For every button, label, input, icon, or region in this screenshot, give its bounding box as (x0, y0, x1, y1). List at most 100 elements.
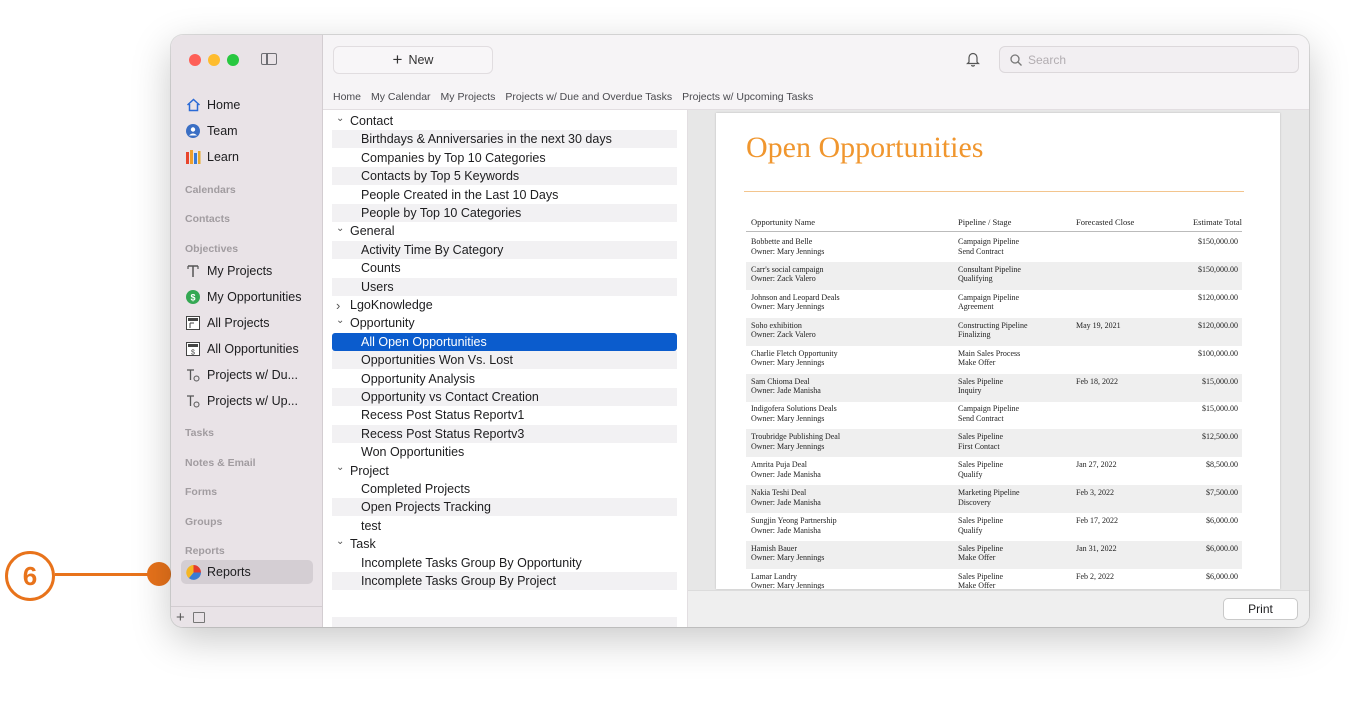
report-label: Opportunity Analysis (361, 371, 475, 386)
report-item[interactable]: Recess Post Status Reportv3 (332, 424, 677, 443)
sidebar-item-label: All Opportunities (207, 342, 299, 356)
chevron-down-icon[interactable]: ⌄ (336, 536, 346, 547)
tab-my-projects[interactable]: My Projects (441, 91, 496, 103)
sidebar-item-team[interactable]: Team (181, 119, 313, 143)
chevron-right-icon[interactable]: › (336, 298, 346, 313)
chevron-down-icon[interactable]: ⌄ (336, 462, 346, 473)
report-item[interactable]: Contacts by Top 5 Keywords (332, 167, 677, 186)
report-item[interactable]: Recess Post Status Reportv1 (332, 406, 677, 424)
sidebar-section-contacts[interactable]: Contacts (185, 213, 230, 225)
sidebar-item-reports[interactable]: Reports (181, 560, 313, 584)
report-label: Contacts by Top 5 Keywords (361, 169, 520, 184)
report-item[interactable]: Activity Time By Category (332, 240, 677, 259)
new-button[interactable]: + New (333, 46, 493, 74)
chevron-down-icon[interactable]: ⌄ (336, 113, 346, 124)
cell-line: $6,000.00 (1206, 571, 1238, 581)
toolbar: + New Search (323, 35, 1309, 85)
sidebar-item-my-opportunities[interactable]: $ My Opportunities (181, 285, 313, 309)
chevron-down-icon[interactable]: ⌄ (336, 315, 346, 326)
sidebar-item-label: All Projects (207, 316, 270, 330)
report-item[interactable]: Opportunities Won Vs. Lost (332, 351, 677, 370)
report-item[interactable]: Incomplete Tasks Group By Opportunity (332, 554, 677, 572)
report-item[interactable]: test (332, 517, 677, 535)
callout-dot (147, 562, 171, 586)
report-group[interactable]: ⌄ Project (332, 462, 681, 480)
sidebar-section-calendars[interactable]: Calendars (185, 184, 236, 196)
sidebar-section-groups[interactable]: Groups (185, 516, 222, 528)
search-icon (1010, 53, 1022, 66)
sidebar-item-label: Reports (207, 565, 251, 579)
report-group[interactable]: › LgoKnowledge (332, 296, 681, 314)
pipeline-stage-cell: Sales Pipeline Make Offer (958, 572, 1003, 589)
report-item[interactable]: Birthdays & Anniversaries in the next 30… (332, 130, 677, 149)
report-item[interactable]: Users (332, 277, 677, 296)
report-item[interactable]: Completed Projects (332, 480, 677, 498)
pipeline-stage-cell: Campaign Pipeline Agreement (958, 293, 1019, 312)
opportunity-name-cell: Amrita Puja Deal Owner: Jade Manisha (751, 460, 821, 479)
report-label: General (350, 224, 395, 239)
cell-line: Qualify (958, 525, 983, 535)
cell-line: Feb 18, 2022 (1076, 376, 1118, 386)
report-item[interactable]: Companies by Top 10 Categories (332, 149, 677, 167)
report-title: Open Opportunities (746, 131, 984, 164)
estimate-total-cell: $6,000.00 (1206, 516, 1238, 526)
sidebar-item-my-projects[interactable]: My Projects (181, 259, 313, 283)
sidebar-item-projects-due[interactable]: Projects w/ Du... (181, 363, 313, 387)
table-row: Lamar Landry Owner: Mary Jennings Sales Pi… (746, 569, 1242, 589)
report-item[interactable]: People by Top 10 Categories (332, 204, 677, 222)
report-item[interactable]: Opportunity vs Contact Creation (332, 388, 677, 406)
cell-line: Inquiry (958, 386, 982, 395)
sidebar-item-label: Projects w/ Du... (207, 368, 298, 382)
cell-line: Sales Pipeline (958, 516, 1004, 525)
estimate-total-cell: $100,000.00 (1198, 349, 1238, 359)
report-label: Opportunity vs Contact Creation (361, 390, 539, 404)
sidebar-section-reports[interactable]: Reports (185, 545, 225, 557)
zoom-window-button[interactable] (227, 54, 239, 66)
chevron-down-icon[interactable]: ⌄ (336, 223, 346, 234)
report-item[interactable]: People Created in the Last 10 Days (332, 186, 677, 204)
close-window-button[interactable] (189, 54, 201, 66)
cell-line: Sam Chioma Deal (751, 376, 810, 386)
report-group[interactable]: ⌄ Contact (332, 112, 681, 130)
sidebar-item-projects-upcoming[interactable]: Projects w/ Up... (181, 389, 313, 413)
sidebar-section-tasks[interactable]: Tasks (185, 427, 214, 439)
cell-line: Owner: Mary Jennings (751, 553, 825, 563)
sidebar-item-all-projects[interactable]: All Projects (181, 311, 313, 335)
bell-icon[interactable] (966, 51, 980, 72)
report-item[interactable]: All Open Opportunities (332, 332, 677, 351)
tab-home[interactable]: Home (333, 91, 361, 103)
svg-text:$: $ (191, 350, 195, 357)
report-group[interactable]: ⌄ Task (332, 535, 681, 553)
print-button[interactable]: Print (1223, 598, 1298, 620)
cell-line: Sales Pipeline (958, 571, 1004, 581)
table-row: Amrita Puja Deal Owner: Jade Manisha Sales… (746, 457, 1242, 485)
sidebar-item-home[interactable]: Home (181, 93, 313, 117)
sidebar-section-notes-email[interactable]: Notes & Email (185, 457, 256, 469)
report-item[interactable]: Opportunity Analysis (332, 370, 677, 388)
sidebar-section-forms[interactable]: Forms (185, 486, 217, 498)
report-label: Companies by Top 10 Categories (361, 150, 546, 165)
calendar-icon[interactable] (192, 611, 205, 623)
project-tasks-icon (185, 367, 201, 383)
sidebar-item-all-opportunities[interactable]: $ All Opportunities (181, 337, 313, 361)
minimize-window-button[interactable] (208, 54, 220, 66)
report-item[interactable]: Won Opportunities (332, 443, 677, 461)
report-item[interactable]: Incomplete Tasks Group By Project (332, 572, 677, 590)
add-icon[interactable]: + (176, 609, 185, 626)
tab-projects-upcoming[interactable]: Projects w/ Upcoming Tasks (682, 91, 813, 103)
sidebar-toggle-icon[interactable] (261, 53, 277, 65)
report-label: Recess Post Status Reportv3 (361, 426, 525, 441)
sidebar-section-objectives[interactable]: Objectives (185, 243, 238, 255)
report-item[interactable]: Counts (332, 259, 677, 277)
sidebar-item-learn[interactable]: Learn (181, 145, 313, 169)
report-group[interactable]: ⌄ General (332, 222, 681, 240)
saved-views-bar: Home My Calendar My Projects Projects w/… (323, 85, 1309, 110)
callout-badge: 6 (5, 551, 55, 601)
cell-line: Owner: Zack Valero (751, 330, 816, 340)
tab-projects-due-overdue[interactable]: Projects w/ Due and Overdue Tasks (505, 91, 672, 103)
estimate-total-cell: $15,000.00 (1202, 404, 1238, 414)
search-field[interactable]: Search (999, 46, 1299, 73)
report-group[interactable]: ⌄ Opportunity (332, 314, 681, 332)
report-item[interactable]: Open Projects Tracking (332, 498, 677, 517)
tab-my-calendar[interactable]: My Calendar (371, 91, 431, 103)
